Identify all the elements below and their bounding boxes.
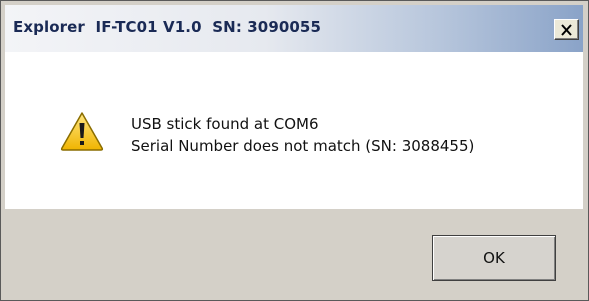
warning-icon: [60, 111, 104, 151]
close-button[interactable]: [554, 19, 579, 40]
message-dialog: Explorer IF-TC01 V1.0 SN: 3090055 USB st…: [0, 0, 589, 301]
button-bar: OK: [5, 209, 583, 295]
message-area: USB stick found at COM6 Serial Number do…: [5, 52, 583, 209]
close-icon: [560, 23, 573, 36]
message-text: USB stick found at COM6 Serial Number do…: [131, 113, 474, 157]
title-bar[interactable]: Explorer IF-TC01 V1.0 SN: 3090055: [5, 5, 583, 52]
window-title: Explorer IF-TC01 V1.0 SN: 3090055: [13, 18, 322, 36]
message-line-2: Serial Number does not match (SN: 308845…: [131, 137, 475, 155]
message-line-1: USB stick found at COM6: [131, 115, 319, 133]
ok-button[interactable]: OK: [432, 235, 556, 281]
